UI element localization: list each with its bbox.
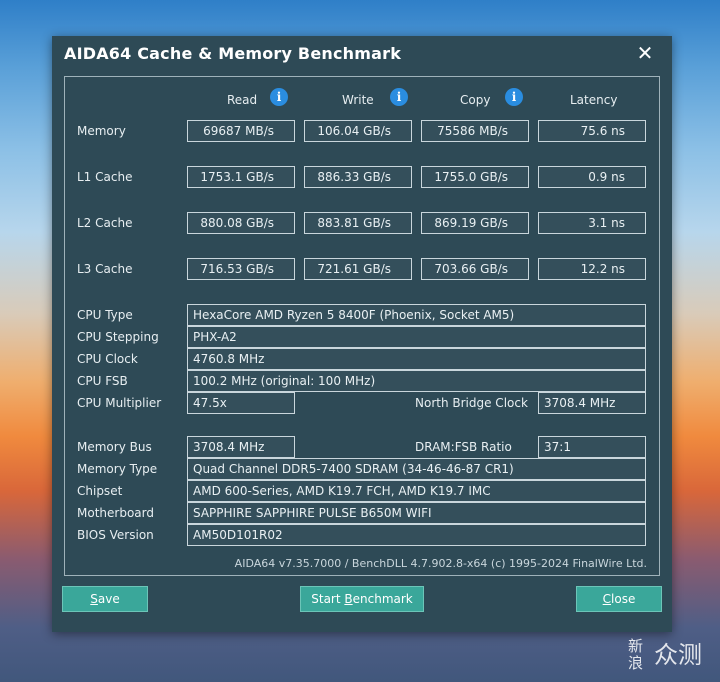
- l2-copy-value: 869.19 GB/s: [421, 212, 529, 234]
- l1-latency-value: 0.9 ns: [538, 166, 646, 188]
- l3-read-value: 716.53 GB/s: [187, 258, 295, 280]
- close-button-accel: C: [602, 592, 612, 606]
- save-button[interactable]: Save: [62, 586, 148, 612]
- memory-write-value: 106.04 GB/s: [304, 120, 412, 142]
- memory-copy-value: 75586 MB/s: [421, 120, 529, 142]
- benchmark-window: AIDA64 Cache & Memory Benchmark ✕ Read i…: [52, 36, 672, 632]
- version-footer: AIDA64 v7.35.7000 / BenchDLL 4.7.902.8-x…: [234, 557, 647, 570]
- memory-type-value: Quad Channel DDR5-7400 SDRAM (34-46-46-8…: [187, 458, 646, 480]
- l3-latency-value: 12.2 ns: [538, 258, 646, 280]
- l2-cache-label: L2 Cache: [77, 216, 133, 230]
- start-button-accel: B: [344, 592, 353, 606]
- l3-write-value: 721.61 GB/s: [304, 258, 412, 280]
- cpu-stepping-label: CPU Stepping: [77, 330, 159, 344]
- cpu-fsb-value: 100.2 MHz (original: 100 MHz): [187, 370, 646, 392]
- column-header-read: Read: [227, 93, 258, 107]
- cpu-type-value: HexaCore AMD Ryzen 5 8400F (Phoenix, Soc…: [187, 304, 646, 326]
- chipset-value: AMD 600-Series, AMD K19.7 FCH, AMD K19.7…: [187, 480, 646, 502]
- cpu-multiplier-label: CPU Multiplier: [77, 396, 162, 410]
- column-header-copy: Copy: [460, 93, 491, 107]
- l1-write-value: 886.33 GB/s: [304, 166, 412, 188]
- close-button-label: lose: [611, 592, 636, 606]
- cpu-clock-label: CPU Clock: [77, 352, 138, 366]
- bios-version-label: BIOS Version: [77, 528, 154, 542]
- motherboard-value: SAPPHIRE SAPPHIRE PULSE B650M WIFI: [187, 502, 646, 524]
- north-bridge-clock-label: North Bridge Clock: [415, 396, 528, 410]
- memory-bus-label: Memory Bus: [77, 440, 152, 454]
- read-info-icon[interactable]: i: [270, 88, 288, 106]
- cpu-fsb-label: CPU FSB: [77, 374, 128, 388]
- chipset-label: Chipset: [77, 484, 123, 498]
- l3-copy-value: 703.66 GB/s: [421, 258, 529, 280]
- start-button-label-post: enchmark: [352, 592, 413, 606]
- l2-read-value: 880.08 GB/s: [187, 212, 295, 234]
- memory-bus-value: 3708.4 MHz: [187, 436, 295, 458]
- memory-latency-value: 75.6 ns: [538, 120, 646, 142]
- l1-copy-value: 1755.0 GB/s: [421, 166, 529, 188]
- column-header-latency: Latency: [570, 93, 618, 107]
- cpu-type-label: CPU Type: [77, 308, 133, 322]
- motherboard-label: Motherboard: [77, 506, 154, 520]
- column-header-write: Write: [342, 93, 374, 107]
- close-button[interactable]: Close: [576, 586, 662, 612]
- cpu-clock-value: 4760.8 MHz: [187, 348, 646, 370]
- dram-fsb-ratio-label: DRAM:FSB Ratio: [415, 440, 512, 454]
- memory-type-label: Memory Type: [77, 462, 158, 476]
- memory-read-value: 69687 MB/s: [187, 120, 295, 142]
- memory-label: Memory: [77, 124, 126, 138]
- north-bridge-clock-value: 3708.4 MHz: [538, 392, 646, 414]
- l2-latency-value: 3.1 ns: [538, 212, 646, 234]
- l1-cache-label: L1 Cache: [77, 170, 133, 184]
- save-button-accel: S: [90, 592, 98, 606]
- l1-read-value: 1753.1 GB/s: [187, 166, 295, 188]
- l3-cache-label: L3 Cache: [77, 262, 133, 276]
- watermark-logo: 新 浪 众测: [628, 638, 718, 672]
- desktop-background: { "window": { "title": "AIDA64 Cache & M…: [0, 0, 720, 682]
- window-title: AIDA64 Cache & Memory Benchmark: [64, 44, 402, 63]
- save-button-label: ave: [97, 592, 120, 606]
- watermark-big: 众测: [654, 641, 702, 669]
- cpu-multiplier-value: 47.5x: [187, 392, 295, 414]
- start-benchmark-button[interactable]: Start Benchmark: [300, 586, 424, 612]
- copy-info-icon[interactable]: i: [505, 88, 523, 106]
- bios-version-value: AM50D101R02: [187, 524, 646, 546]
- dram-fsb-ratio-value: 37:1: [538, 436, 646, 458]
- start-button-label-pre: Start: [311, 592, 345, 606]
- write-info-icon[interactable]: i: [390, 88, 408, 106]
- close-icon[interactable]: ✕: [632, 40, 658, 66]
- cpu-stepping-value: PHX-A2: [187, 326, 646, 348]
- l2-write-value: 883.81 GB/s: [304, 212, 412, 234]
